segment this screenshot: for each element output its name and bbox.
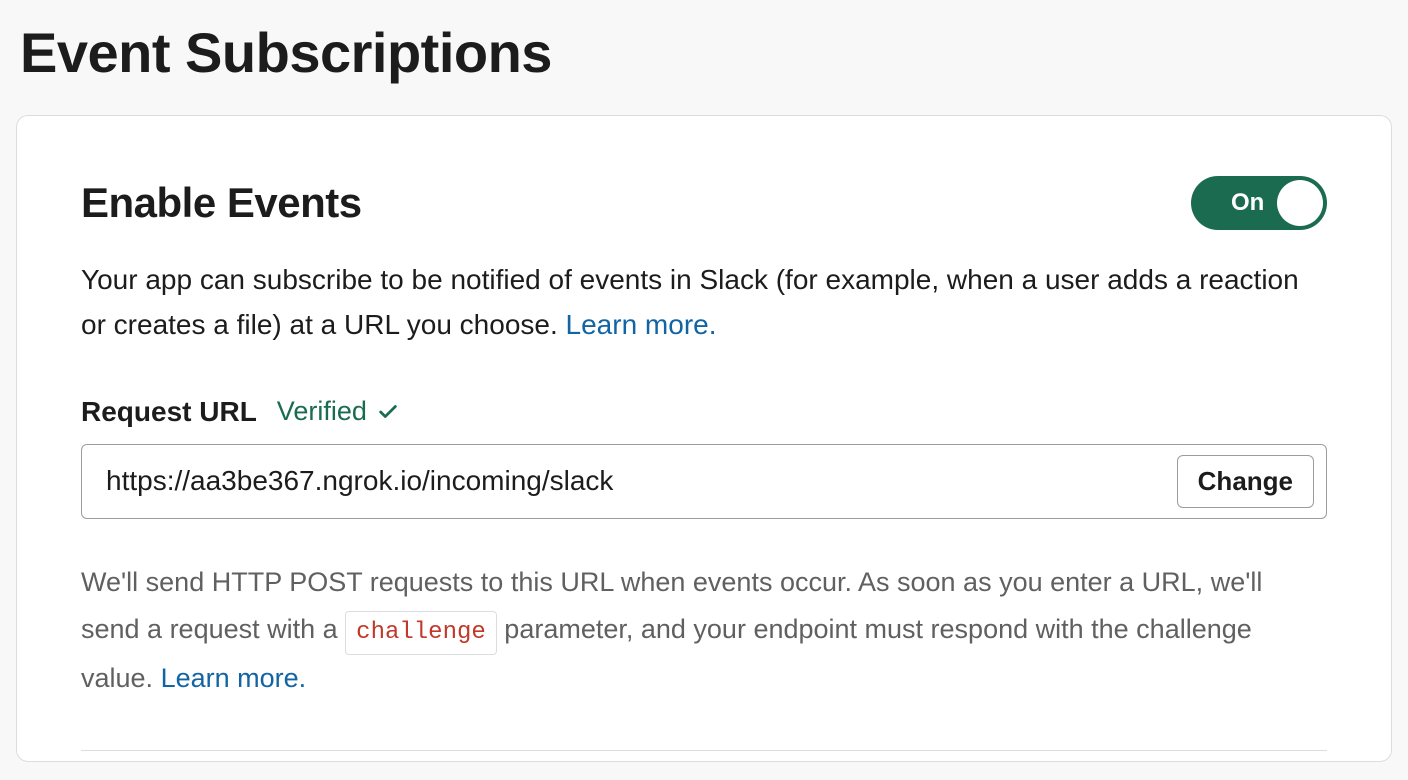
request-url-label-row: Request URL Verified	[81, 396, 1327, 428]
section-divider	[81, 750, 1327, 751]
enable-events-toggle[interactable]: On	[1191, 176, 1327, 230]
request-url-label: Request URL	[81, 396, 257, 428]
challenge-code: challenge	[345, 611, 497, 655]
verified-text: Verified	[277, 396, 367, 427]
change-button[interactable]: Change	[1177, 455, 1314, 508]
verified-badge: Verified	[277, 396, 399, 427]
toggle-knob	[1277, 180, 1323, 226]
enable-events-description: Your app can subscribe to be notified of…	[81, 258, 1327, 348]
learn-more-link-help[interactable]: Learn more.	[161, 663, 307, 693]
settings-card: Enable Events On Your app can subscribe …	[16, 115, 1392, 762]
enable-events-title: Enable Events	[81, 179, 362, 227]
toggle-state-label: On	[1231, 189, 1264, 217]
page-title: Event Subscriptions	[16, 20, 1392, 85]
section-header: Enable Events On	[81, 176, 1327, 230]
request-url-field-row: Change	[81, 444, 1327, 519]
request-url-help-text: We'll send HTTP POST requests to this UR…	[81, 559, 1327, 703]
request-url-input[interactable]	[106, 465, 1177, 497]
check-icon	[377, 401, 399, 423]
learn-more-link[interactable]: Learn more.	[566, 309, 717, 340]
